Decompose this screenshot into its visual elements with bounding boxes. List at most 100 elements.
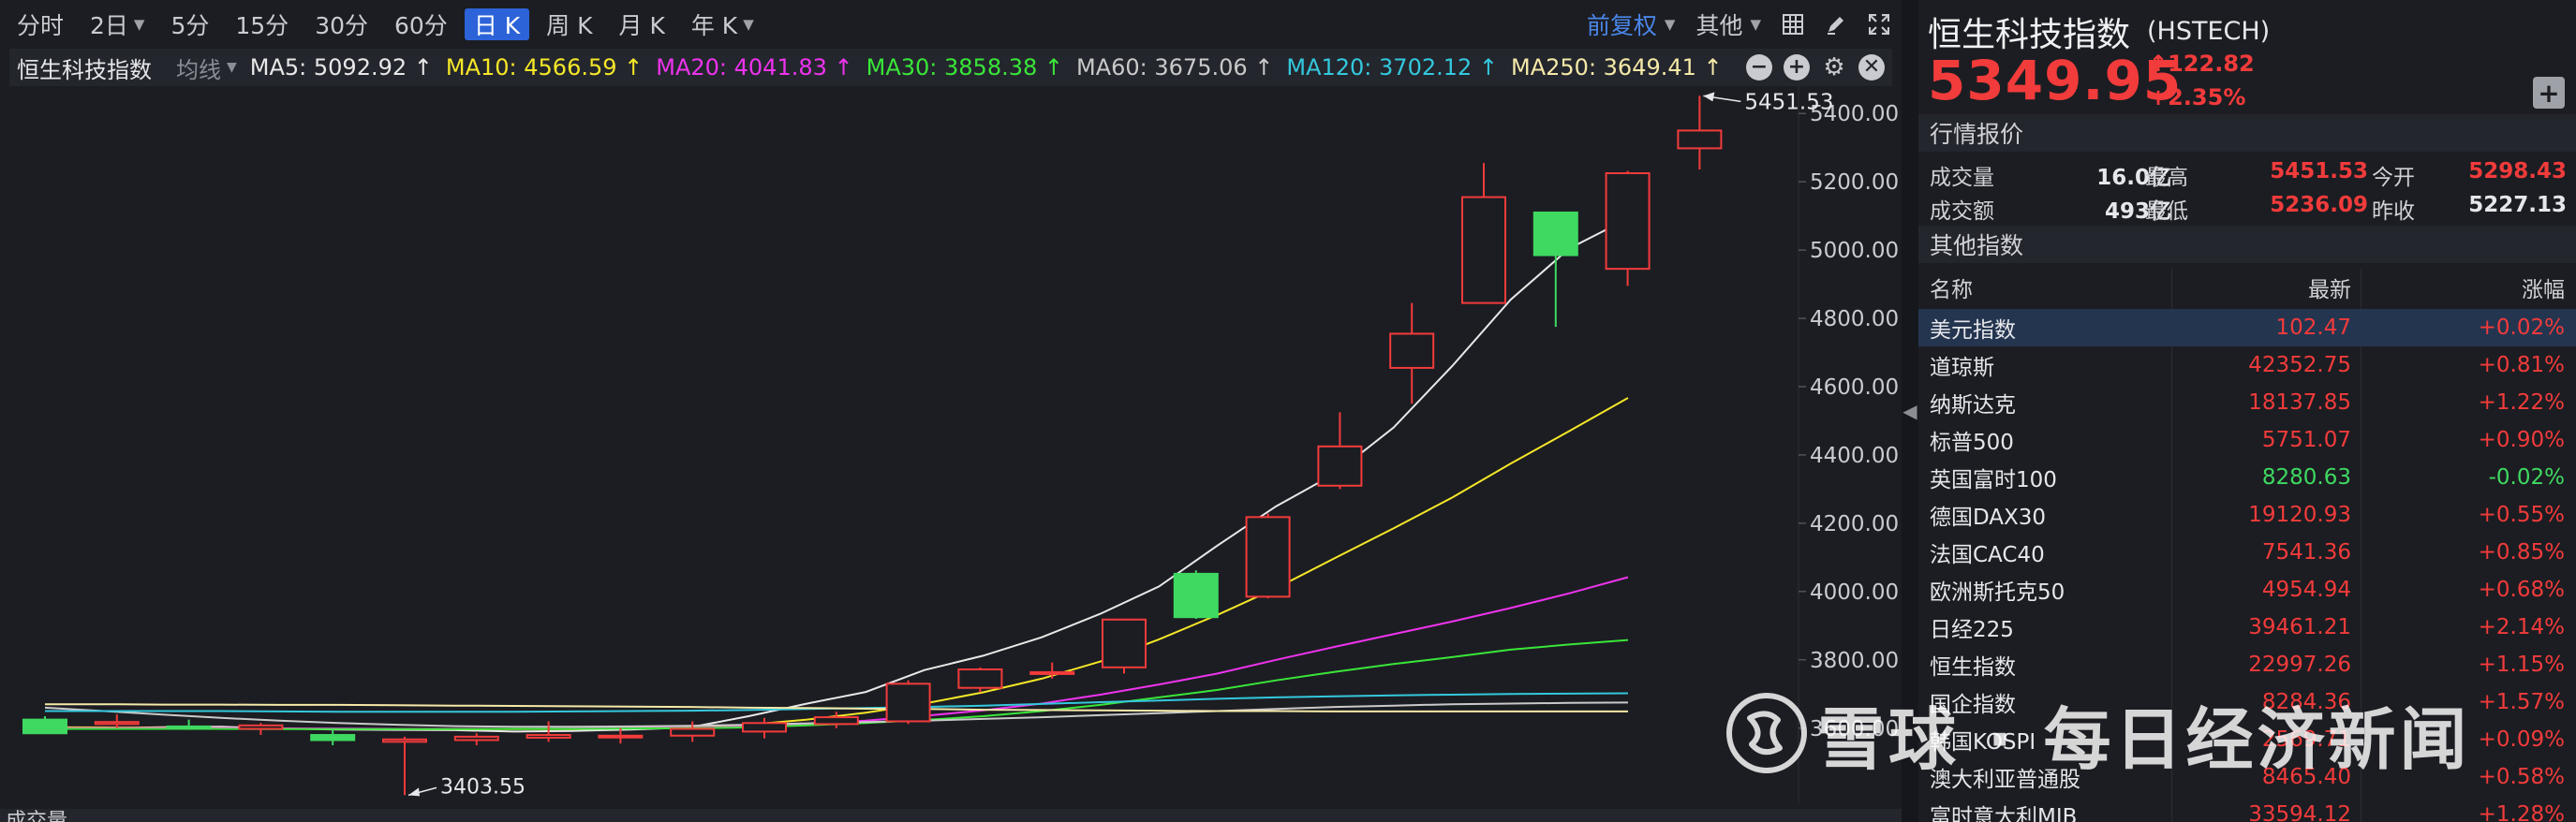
- y-tick-label: 4000.00: [1810, 580, 1899, 605]
- index-row-last: 102.47: [2275, 316, 2351, 340]
- candle-body: [238, 724, 284, 730]
- index-row-change: +0.81%: [2478, 353, 2565, 377]
- index-row-last: 5751.07: [2261, 428, 2351, 452]
- stat-value: 5236.09: [2270, 193, 2368, 217]
- candle-body: [598, 734, 644, 739]
- index-row-name: 德国DAX30: [1930, 506, 2047, 530]
- index-row-last: 7541.36: [2261, 540, 2351, 565]
- index-row[interactable]: 德国DAX30 19120.93 +0.55%: [1918, 496, 2576, 534]
- stat-label: 最高: [2145, 166, 2188, 190]
- price-change-value: 122.82: [2168, 51, 2255, 77]
- index-row-last: 39461.21: [2248, 615, 2351, 639]
- quote-header: 恒生科技指数 (HSTECH) 5349.95 ↑122.82 +2.35% +: [1928, 7, 2570, 112]
- index-row-name: 富时意大利MIB: [1930, 805, 2078, 822]
- index-row-change: +0.55%: [2478, 503, 2565, 527]
- index-row-change: +1.28%: [2478, 802, 2565, 822]
- index-row[interactable]: 英国富时100 8280.63 -0.02%: [1918, 459, 2576, 496]
- index-row[interactable]: 日经225 39461.21 +2.14%: [1918, 609, 2576, 646]
- index-row[interactable]: 法国CAC40 7541.36 +0.85%: [1918, 534, 2576, 571]
- index-row-name: 欧洲斯托克50: [1930, 580, 2065, 605]
- candle-body: [1677, 129, 1723, 150]
- index-row-change: +0.02%: [2478, 316, 2565, 340]
- section-other-title: 其他指数: [1918, 226, 2576, 263]
- snowball-logo-icon: [1726, 693, 1807, 773]
- index-row-name: 标普500: [1930, 431, 2014, 455]
- index-row[interactable]: 道琼斯 42352.75 +0.81%: [1918, 346, 2576, 384]
- index-row-name: 法国CAC40: [1930, 543, 2045, 567]
- index-row[interactable]: 欧洲斯托克50 4954.94 +0.68%: [1918, 571, 2576, 609]
- y-tick-label: 4800.00: [1810, 307, 1899, 331]
- price-change: ↑122.82: [2149, 51, 2255, 77]
- candle-body: [94, 721, 140, 726]
- candle-body: [1245, 516, 1291, 598]
- index-row[interactable]: 富时意大利MIB 33594.12 +1.28%: [1918, 796, 2576, 822]
- candle-body: [1173, 572, 1219, 619]
- section-quote-title: 行情报价: [1918, 114, 2576, 152]
- stat-label: 最低: [2145, 199, 2188, 224]
- header-change: 涨幅: [2522, 278, 2565, 302]
- y-tick-label: 3800.00: [1810, 649, 1899, 673]
- y-tick-label: 4400.00: [1810, 444, 1899, 468]
- low-marker-label: 3403.55: [440, 775, 526, 799]
- stat-label: 昨收: [2372, 199, 2415, 224]
- candle-body: [166, 725, 212, 729]
- last-price: 5349.95: [1928, 49, 2183, 112]
- index-row-change: +0.68%: [2478, 578, 2565, 602]
- watermark: 雪球 · 每日经济新闻: [1724, 691, 2471, 779]
- candle-body: [1029, 670, 1075, 675]
- index-row-last: 42352.75: [2248, 353, 2351, 377]
- index-row[interactable]: 美元指数 102.47 +0.02%: [1918, 309, 2576, 346]
- index-row[interactable]: 纳斯达克 18137.85 +1.22%: [1918, 384, 2576, 421]
- chart-panel: 分时 2日 ▼ 5分 15分 30分 60分日 K周 K月 K年 K ▼ 前复权 ▼ 其他 ▼…: [0, 0, 1902, 822]
- candle-body: [382, 738, 427, 743]
- y-tick-label: 4200.00: [1810, 512, 1899, 536]
- index-row-name: 美元指数: [1930, 318, 2016, 343]
- candle-body: [310, 734, 356, 741]
- stat-value: 5298.43: [2468, 159, 2567, 183]
- volume-label: 成交量: [6, 810, 67, 822]
- candle-body: [670, 727, 716, 737]
- stat-value: 5451.53: [2270, 159, 2368, 183]
- watermark-text: 雪球 · 每日经济新闻: [1817, 699, 2471, 779]
- index-row-last: 22997.26: [2248, 653, 2351, 677]
- index-row[interactable]: 恒生指数 22997.26 +1.15%: [1918, 646, 2576, 683]
- stat-label: 成交量: [1930, 166, 1994, 190]
- y-tick-label: 4600.00: [1810, 375, 1899, 400]
- y-tick-label: 5200.00: [1810, 170, 1899, 195]
- volume-header-bar: [0, 809, 1902, 822]
- index-row-change: +1.22%: [2478, 390, 2565, 415]
- index-row-last: 19120.93: [2248, 503, 2351, 527]
- index-row-last: 33594.12: [2248, 802, 2351, 822]
- index-row-change: +0.85%: [2478, 540, 2565, 565]
- ma-line-ma10: [44, 397, 1629, 730]
- index-row-last: 18137.85: [2248, 390, 2351, 415]
- candle-body: [526, 734, 571, 739]
- index-row-name: 恒生指数: [1930, 655, 2016, 680]
- index-row-change: +0.58%: [2478, 765, 2565, 789]
- index-row-change: +0.90%: [2478, 428, 2565, 452]
- candle-body: [1461, 196, 1506, 304]
- candlestick-chart[interactable]: 5400.005200.005000.004800.004600.004400.…: [0, 0, 1902, 822]
- price-change-percent: +2.35%: [2149, 84, 2246, 110]
- candle-body: [1532, 211, 1578, 257]
- index-row-change: +2.14%: [2478, 615, 2565, 639]
- candle-body: [885, 683, 931, 723]
- high-marker-arrow: [1703, 92, 1715, 102]
- candle-body: [22, 718, 67, 735]
- index-row-change: +0.09%: [2478, 727, 2565, 752]
- index-row-last: 8280.63: [2261, 465, 2351, 490]
- header-last: 最新: [2308, 278, 2351, 302]
- stat-label: 今开: [2372, 166, 2415, 190]
- up-arrow-icon: ↑: [2149, 51, 2169, 77]
- candle-body: [1317, 445, 1363, 487]
- header-name: 名称: [1930, 278, 1973, 302]
- add-watchlist-button[interactable]: +: [2533, 77, 2565, 109]
- candle-body: [1102, 618, 1147, 668]
- candle-body: [742, 722, 787, 733]
- index-row-name: 道琼斯: [1930, 356, 1994, 380]
- stat-value: 5227.13: [2468, 193, 2567, 217]
- index-row-change: +1.57%: [2478, 690, 2565, 714]
- index-row[interactable]: 标普500 5751.07 +0.90%: [1918, 421, 2576, 459]
- y-tick-label: 5000.00: [1810, 239, 1899, 263]
- high-marker-label: 5451.53: [1744, 90, 1833, 114]
